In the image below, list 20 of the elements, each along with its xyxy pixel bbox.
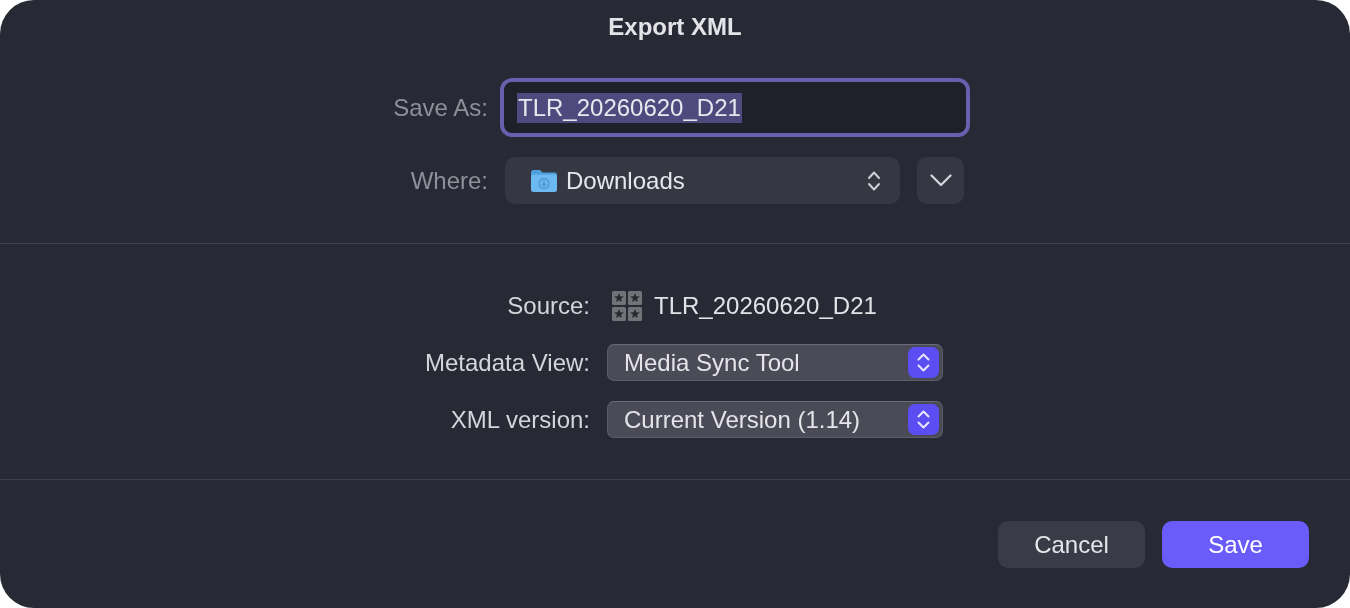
star-tiles-icon [612,291,642,321]
disclosure-button[interactable] [917,157,964,204]
field-label: Save As: [393,92,488,123]
folder-icon [530,168,558,193]
filename-field[interactable]: TLR_20260620_D21 [500,78,970,137]
up-down-chevron-icon [908,404,939,435]
up-down-chevron-icon [867,169,881,192]
popup-button[interactable]: Media Sync Tool [607,344,943,381]
option-label: Metadata View: [425,347,590,378]
field-label: Where: [410,165,488,196]
popup-button[interactable]: Current Version (1.14) [607,401,943,438]
save-button[interactable]: Save [1162,521,1309,568]
source-name: TLR_20260620_D21 [654,291,877,321]
up-down-chevron-icon [908,347,939,378]
cancel-button[interactable]: Cancel [998,521,1145,568]
option-label: Source: [507,291,590,321]
chevron-down-icon [929,174,952,187]
option-label: XML version: [450,404,590,435]
location-popup-button[interactable]: Downloads [505,157,900,204]
dialog-title: Export XML [608,12,742,42]
